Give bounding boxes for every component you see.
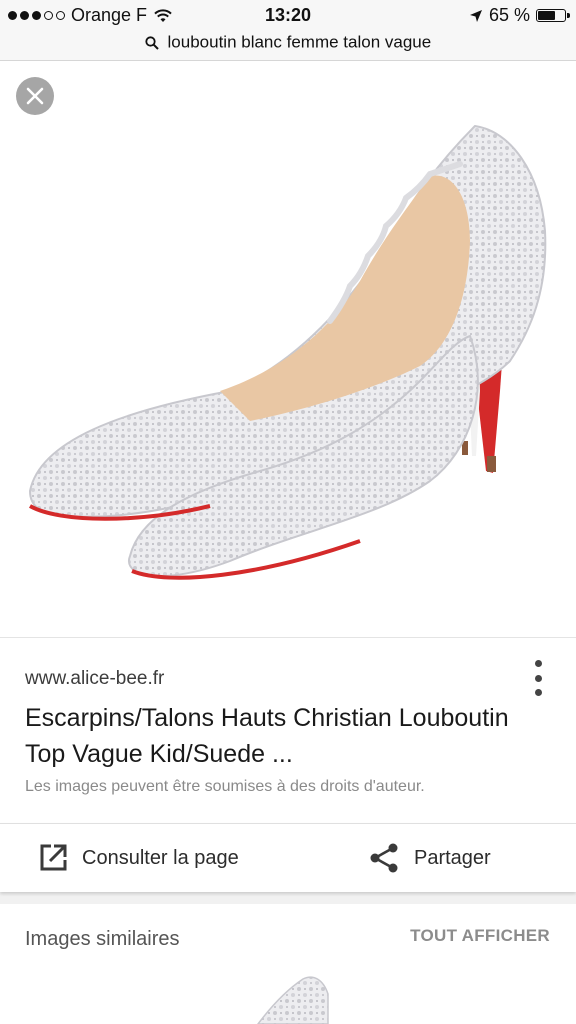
similar-images-section: Images similaires TOUT AFFICHER: [0, 904, 576, 1024]
show-all-button[interactable]: TOUT AFFICHER: [410, 926, 550, 946]
close-icon: [26, 87, 44, 105]
result-title[interactable]: Escarpins/Talons Hauts Christian Loubout…: [25, 700, 545, 772]
battery-level-fill: [538, 11, 555, 20]
more-options-icon[interactable]: [528, 660, 548, 696]
image-preview[interactable]: [0, 61, 576, 637]
close-button[interactable]: [16, 77, 54, 115]
share-label: Partager: [414, 846, 491, 869]
source-site[interactable]: www.alice-bee.fr: [25, 668, 164, 690]
action-bar: Consulter la page Partager: [0, 823, 576, 892]
product-image: [28, 124, 547, 580]
status-bar: Orange F 13:20 65 %: [0, 0, 576, 32]
share-icon: [370, 843, 398, 873]
visit-page-button[interactable]: Consulter la page: [38, 824, 239, 892]
share-button[interactable]: Partager: [368, 824, 491, 892]
battery-percent: 65 %: [488, 5, 530, 25]
battery-info: 65 %: [469, 5, 570, 26]
similar-images-heading: Images similaires: [25, 928, 180, 950]
search-icon: [145, 35, 159, 50]
result-info-card: www.alice-bee.fr Escarpins/Talons Hauts …: [0, 637, 576, 824]
visit-page-label: Consulter la page: [82, 846, 239, 869]
copyright-notice: Les images peuvent être soumises à des d…: [25, 778, 425, 795]
similar-image-thumbnail[interactable]: [248, 974, 338, 1024]
location-arrow-icon: [469, 9, 482, 22]
search-bar[interactable]: louboutin blanc femme talon vague: [0, 32, 576, 61]
search-query: louboutin blanc femme talon vague: [167, 32, 432, 52]
battery-icon: [536, 9, 570, 22]
open-external-icon: [40, 844, 67, 871]
